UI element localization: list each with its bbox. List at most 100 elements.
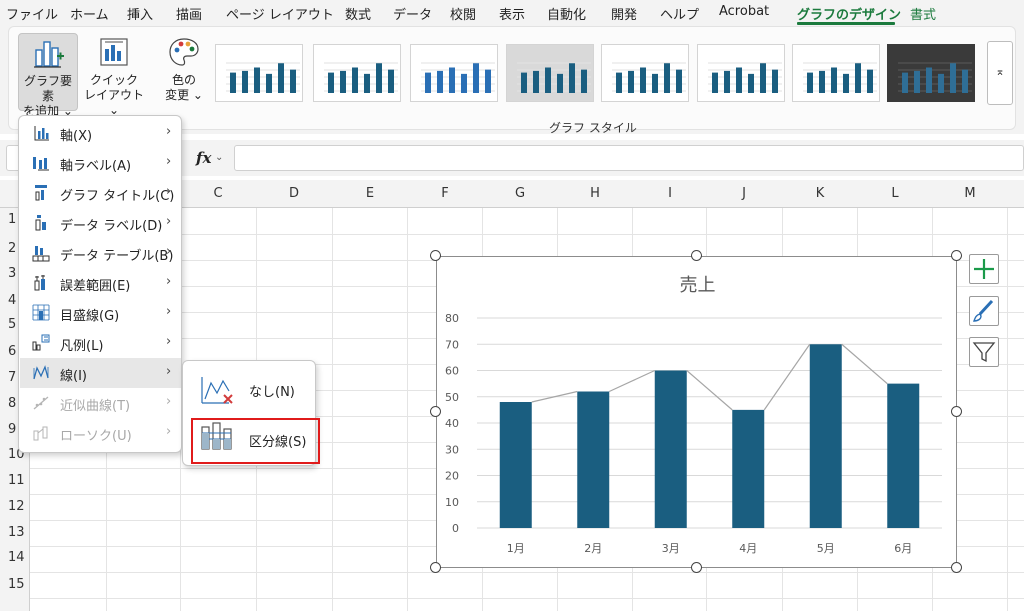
column-header[interactable]: I [632,186,708,201]
resize-handle[interactable] [691,562,702,573]
tab-page-layout[interactable]: ページ レイアウト [226,4,334,23]
submenu-item-none[interactable]: なし(N) [185,365,314,411]
data-table-icon [32,246,50,262]
quick-layout-button[interactable]: クイック レイアウト ⌄ [81,33,147,117]
menu-item-data-table[interactable]: データ テーブル(B) › [20,238,181,268]
chart-elements-button[interactable] [969,254,999,284]
resize-handle[interactable] [430,406,441,417]
chart-style-4[interactable] [506,44,594,102]
y-tick-label: 50 [445,391,459,404]
menu-item-data-labels[interactable]: データ ラベル(D) › [20,208,181,238]
formula-input[interactable] [234,145,1024,171]
thumbnail-bar [652,73,658,93]
column-header[interactable]: J [706,186,782,201]
grid-line [30,598,1024,599]
tab-formulas[interactable]: 数式 [345,4,371,23]
chevron-right-icon: › [166,364,172,379]
menu-item-label: 線(I) [60,369,87,384]
fx-icon[interactable]: fx [196,149,211,167]
resize-handle[interactable] [691,250,702,261]
tab-insert[interactable]: 挿入 [127,4,153,23]
column-header[interactable]: E [332,186,408,201]
menu-item-chart-title[interactable]: グラフ タイトル(C) › [20,178,181,208]
axis-labels-icon [33,157,49,171]
chevron-right-icon: › [166,424,172,439]
menu-item-label: 目盛線(G) [60,309,120,324]
tab-chart-design[interactable]: グラフのデザイン [797,4,901,23]
chart-styles-button[interactable] [969,296,999,326]
row-header[interactable]: 11 [0,473,28,488]
tab-data[interactable]: データ [393,4,432,23]
change-colors-label1: 色の [171,73,196,87]
menu-item-axes[interactable]: 軸(X) › [20,118,181,148]
change-colors-button[interactable]: 色の 変更 ⌄ [161,33,207,111]
chart-style-3[interactable] [410,44,498,102]
tab-developer[interactable]: 開発 [611,4,637,23]
row-header[interactable]: 15 [0,577,28,592]
gallery-more-button[interactable]: ⌅ [987,41,1013,105]
resize-handle[interactable] [951,562,962,573]
column-header[interactable]: D [256,186,332,201]
bar [887,383,920,528]
tab-format[interactable]: 書式 [910,4,936,23]
thumbnail-bar [352,67,358,93]
row-header[interactable]: 13 [0,525,28,540]
resize-handle[interactable] [951,250,962,261]
menu-item-error-bars[interactable]: 誤差範囲(E) › [20,268,181,298]
series-line [608,369,656,393]
y-tick-label: 10 [445,496,459,509]
row-header[interactable]: 14 [0,550,28,565]
chart-style-6[interactable] [697,44,785,102]
lines-icon [33,365,49,380]
thumbnail-bar [902,72,908,93]
column-header[interactable]: F [407,186,483,201]
chart-object[interactable]: 売上 0 10 20 30 40 50 60 70 80 1月 2月 3月 4月 5月 6月 [436,256,957,568]
thumbnail-bar [340,70,346,93]
column-header[interactable]: L [857,186,933,201]
grid-line [30,572,1024,573]
tab-file[interactable]: ファイル [6,4,58,23]
add-chart-element-button[interactable]: グラフ要素 を追加 ⌄ [18,33,78,118]
tab-view[interactable]: 表示 [499,4,525,23]
resize-handle[interactable] [430,250,441,261]
y-tick-label: 70 [445,338,459,351]
menu-item-legend[interactable]: 凡例(L) › [20,328,181,358]
tab-review[interactable]: 校閲 [450,4,476,23]
chart-style-2[interactable] [313,44,401,102]
chart-style-8[interactable] [887,44,975,102]
thumbnail-bar [581,69,587,93]
thumbnail-bar [938,73,944,93]
menu-item-gridlines[interactable]: 目盛線(G) › [20,298,181,328]
tab-help[interactable]: ヘルプ [660,4,699,23]
column-header[interactable]: G [482,186,558,201]
resize-handle[interactable] [430,562,441,573]
grid-line [1007,208,1008,611]
menu-item-axis-titles[interactable]: 軸ラベル(A) › [20,148,181,178]
thumbnail-bar [557,73,563,93]
chevron-right-icon: › [166,154,172,169]
column-header[interactable]: M [932,186,1008,201]
tab-automate[interactable]: 自動化 [547,4,586,23]
chart-style-1[interactable] [215,44,303,102]
resize-handle[interactable] [951,406,962,417]
row-header[interactable]: 12 [0,499,28,514]
tab-draw[interactable]: 描画 [176,4,202,23]
grid-line [407,208,408,611]
data-labels-icon [35,215,46,231]
y-tick-label: 80 [445,312,459,325]
thumbnail-bar [485,69,491,93]
chart-style-5[interactable] [601,44,689,102]
menu-item-lines[interactable]: 線(I) › [20,358,181,388]
chevron-right-icon: › [166,244,172,259]
chevron-down-icon[interactable]: ⌄ [215,152,223,163]
tab-acrobat[interactable]: Acrobat [719,4,769,19]
chart-style-7[interactable] [792,44,880,102]
chevron-right-icon: › [166,214,172,229]
column-header[interactable]: H [557,186,633,201]
chart-filters-button[interactable] [969,337,999,367]
y-tick-label: 40 [445,417,459,430]
column-header[interactable]: K [782,186,858,201]
thumbnail-bar [831,67,837,93]
tab-home[interactable]: ホーム [70,4,109,23]
column-header[interactable]: C [180,186,256,201]
